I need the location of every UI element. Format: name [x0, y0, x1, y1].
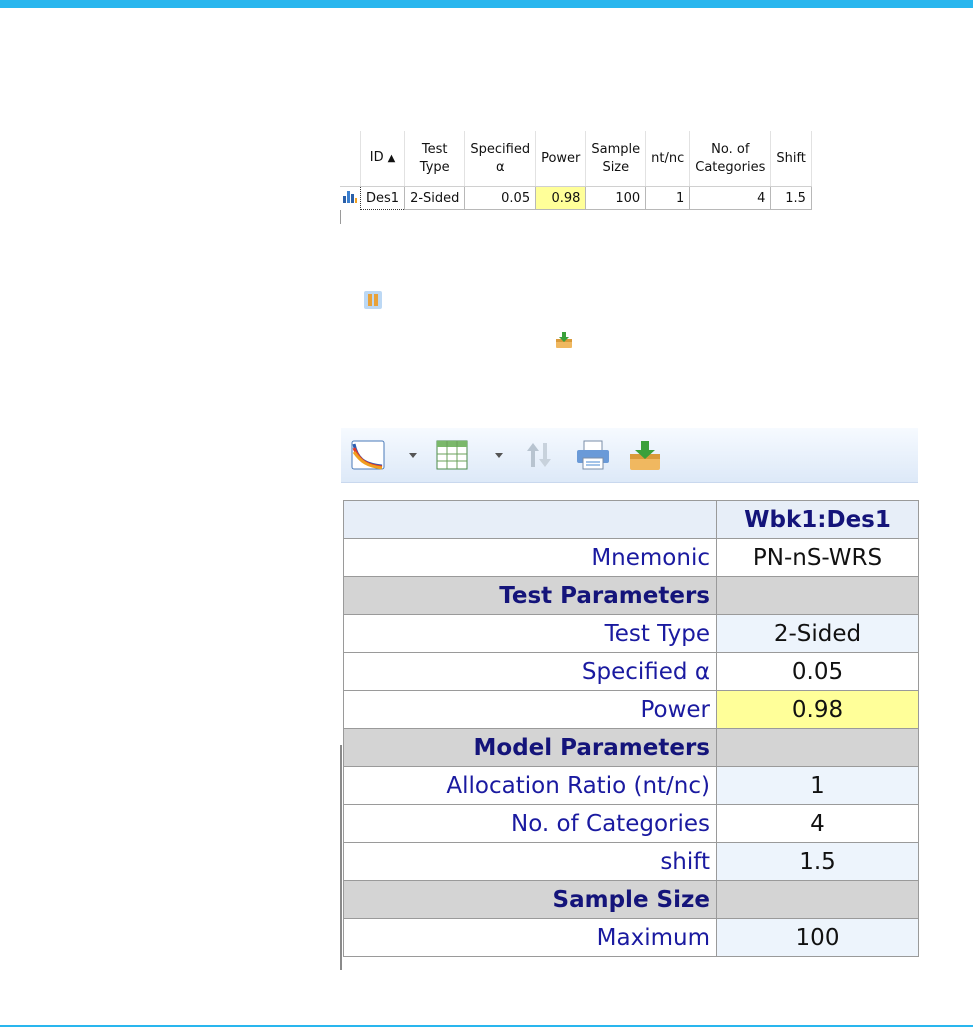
row-value-allocation-ratio: 1	[716, 766, 919, 805]
output-toolbar	[341, 428, 918, 483]
row-value-power: 0.98	[716, 690, 919, 729]
row-value-alpha: 0.05	[716, 652, 919, 691]
grid-header-test-type[interactable]: Test Type	[404, 131, 466, 187]
sort-icon[interactable]	[524, 440, 554, 474]
grid-header-ratio[interactable]: nt/nc	[645, 131, 691, 187]
details-column-title: Wbk1:Des1	[716, 500, 919, 539]
bottom-accent-line	[0, 1025, 973, 1027]
section-header-model-parameters: Model Parameters	[343, 728, 919, 767]
details-panel-edge	[340, 745, 342, 970]
print-icon[interactable]	[576, 440, 610, 474]
row-label-maximum: Maximum	[343, 918, 717, 957]
design-chart-icon[interactable]	[340, 187, 361, 210]
row-label-shift: shift	[343, 842, 717, 881]
grid-header-sample-size[interactable]: Sample Size	[585, 131, 647, 187]
grid-divider	[340, 210, 341, 224]
table-row: Test Type 2-Sided	[343, 614, 919, 653]
table-row: Power 0.98	[343, 690, 919, 729]
grid-cell-id[interactable]: Des1	[359, 186, 406, 210]
table-row: No. of Categories 4	[343, 804, 919, 843]
table-dropdown-icon[interactable]	[495, 453, 503, 458]
details-icon[interactable]	[363, 290, 383, 314]
table-row: shift 1.5	[343, 842, 919, 881]
row-label-alpha: Specified α	[343, 652, 717, 691]
grid-cell-sample-size[interactable]: 100	[585, 186, 647, 210]
grid-header-row: ID ▲ Test Type Specified α Power Sample Size…	[340, 131, 812, 187]
details-header-blank	[343, 500, 717, 539]
grid-header-shift[interactable]: Shift	[770, 131, 812, 187]
row-value-shift: 1.5	[716, 842, 919, 881]
save-icon[interactable]	[628, 440, 662, 476]
grid-header-power[interactable]: Power	[535, 131, 587, 187]
plot-dropdown-icon[interactable]	[409, 453, 417, 458]
save-to-workbook-icon[interactable]	[554, 330, 574, 354]
row-value-test-type: 2-Sided	[716, 614, 919, 653]
grid-cell-alpha[interactable]: 0.05	[464, 186, 537, 210]
grid-header-icon-col	[340, 131, 361, 187]
table-row: Allocation Ratio (nt/nc) 1	[343, 766, 919, 805]
row-value-mnemonic: PN-nS-WRS	[716, 538, 919, 577]
grid-cell-categories[interactable]: 4	[689, 186, 772, 210]
design-details-table: Wbk1:Des1 Mnemonic PN-nS-WRS Test Parame…	[343, 500, 919, 957]
grid-cell-test-type[interactable]: 2-Sided	[404, 186, 466, 210]
grid-cell-ratio[interactable]: 1	[645, 186, 691, 210]
grid-header-categories[interactable]: No. of Categories	[689, 131, 772, 187]
row-label-mnemonic: Mnemonic	[343, 538, 717, 577]
grid-header-alpha[interactable]: Specified α	[464, 131, 537, 187]
row-label-allocation-ratio: Allocation Ratio (nt/nc)	[343, 766, 717, 805]
top-accent-bar	[0, 0, 973, 8]
sort-ascending-icon: ▲	[387, 153, 396, 164]
table-row: Maximum 100	[343, 918, 919, 957]
grid-header-id[interactable]: ID ▲	[360, 131, 406, 187]
section-header-sample-size: Sample Size	[343, 880, 919, 919]
table-row[interactable]: Des1 2-Sided 0.05 0.98 100 1 4 1.5	[340, 186, 812, 210]
row-value-categories: 4	[716, 804, 919, 843]
grid-cell-power[interactable]: 0.98	[535, 186, 587, 210]
row-label-test-type: Test Type	[343, 614, 717, 653]
grid-cell-shift[interactable]: 1.5	[770, 186, 812, 210]
table-row: Mnemonic PN-nS-WRS	[343, 538, 919, 577]
section-header-test-parameters: Test Parameters	[343, 576, 919, 615]
plot-icon[interactable]	[351, 440, 385, 474]
table-icon[interactable]	[436, 440, 468, 474]
row-value-maximum: 100	[716, 918, 919, 957]
details-header-row: Wbk1:Des1	[343, 500, 919, 539]
row-label-power: Power	[343, 690, 717, 729]
table-row: Specified α 0.05	[343, 652, 919, 691]
output-preview-grid: ID ▲ Test Type Specified α Power Sample Size…	[340, 131, 812, 210]
row-label-categories: No. of Categories	[343, 804, 717, 843]
